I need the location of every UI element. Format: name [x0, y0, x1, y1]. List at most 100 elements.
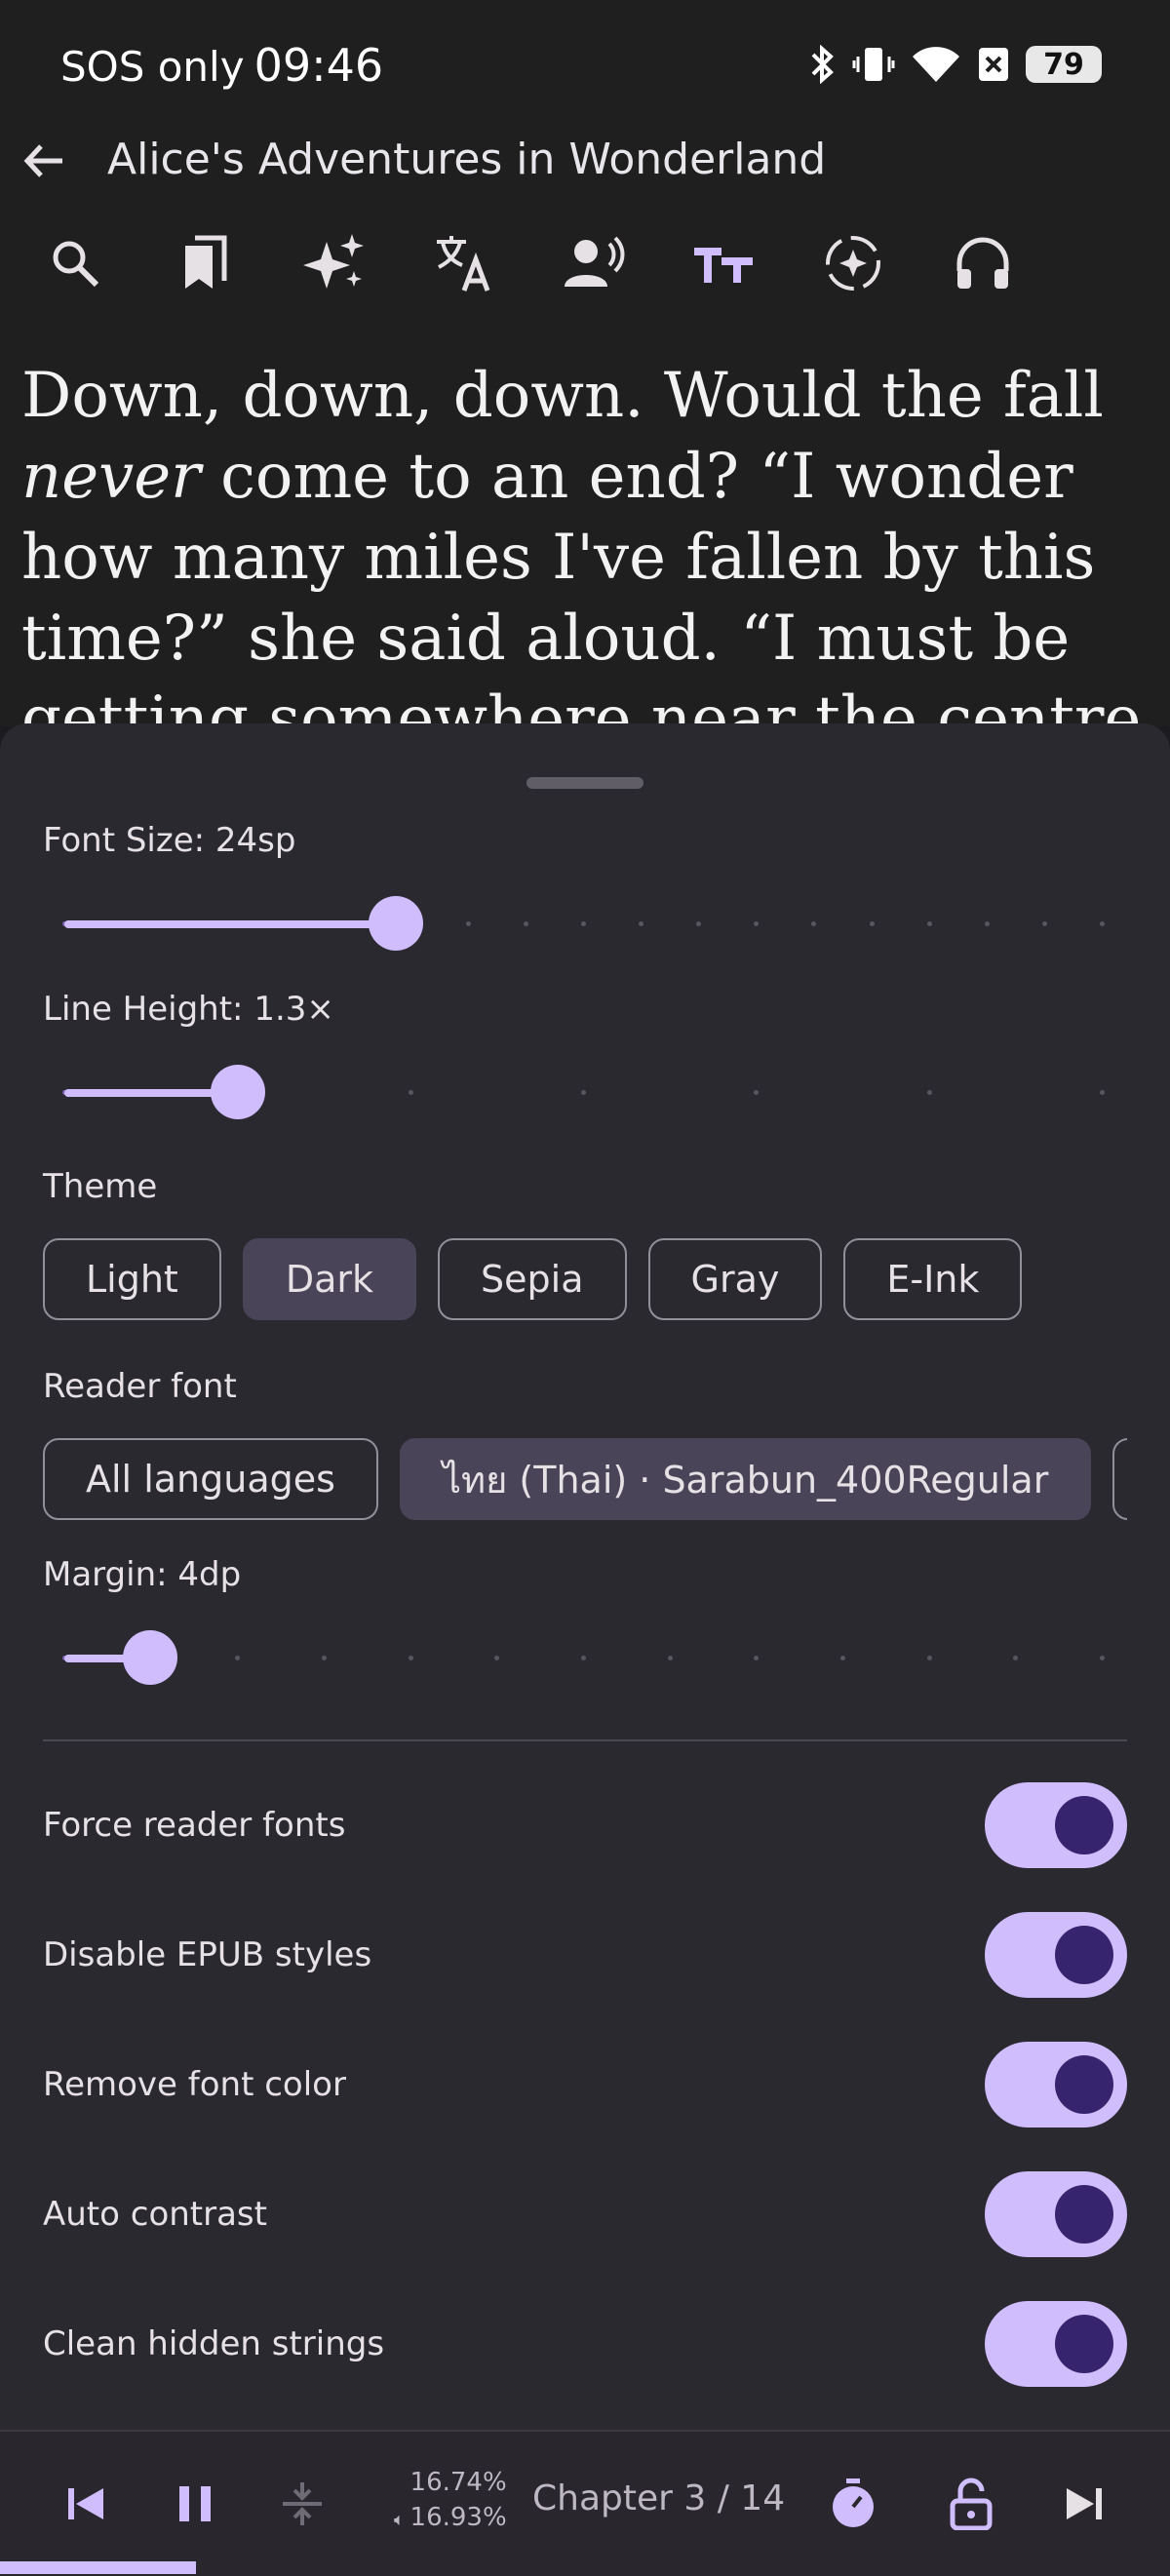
slider-tick [984, 921, 990, 926]
slider-thumb[interactable] [210, 1065, 265, 1119]
translate-icon[interactable] [425, 224, 503, 302]
battery-level: 79 [1043, 47, 1084, 82]
skip-next-icon[interactable] [1055, 2475, 1113, 2533]
slider-tick [1100, 921, 1105, 926]
font-chip-all-languages[interactable]: All languages [43, 1438, 378, 1520]
reader-text: Down, down, down. Would the fall never c… [0, 336, 1170, 726]
headphones-icon[interactable] [944, 224, 1022, 302]
book-title: Alice's Adventures in Wonderland [107, 135, 827, 184]
slider-tick [581, 1656, 586, 1660]
theme-label: Theme [43, 1167, 158, 1206]
lock-icon[interactable] [942, 2475, 1000, 2533]
app-bar: Alice's Adventures in Wonderland [0, 117, 1170, 336]
page-percent: 16.74% [410, 2468, 507, 2497]
theme-chip-light[interactable]: Light [43, 1238, 221, 1320]
slider-tick [581, 1090, 586, 1095]
collapse-icon[interactable] [273, 2475, 332, 2533]
slider-tick [1100, 1656, 1105, 1660]
slider-tick [322, 1656, 327, 1660]
switch-knob [1055, 1796, 1113, 1854]
slider-tick [754, 1090, 760, 1095]
text-format-icon[interactable] [684, 224, 762, 302]
switch-knob [1055, 1926, 1113, 1984]
voice-icon[interactable] [555, 224, 633, 302]
switch-knob [1055, 2315, 1113, 2373]
timer-icon[interactable] [824, 2475, 882, 2533]
ai-sparkle-icon[interactable] [295, 224, 373, 302]
wifi-icon [913, 47, 959, 82]
chapter-indicator[interactable]: Chapter 3 / 14 [532, 2478, 785, 2518]
line-height-slider[interactable] [62, 1063, 1105, 1121]
slider-tick [811, 921, 817, 926]
status-bar: SOS only 09:46 79 [0, 0, 1170, 137]
slider-tick [465, 921, 471, 926]
toggle-row-auto-contrast: Auto contrast [43, 2171, 1127, 2259]
slider-thumb[interactable] [123, 1630, 178, 1685]
reader-text-before: Down, down, down. Would the fall [21, 360, 1104, 432]
divider [43, 1739, 1127, 1741]
toggle-row-clean-hidden-strings: Clean hidden strings [43, 2301, 1127, 2389]
font-chip-next[interactable]: L [1112, 1438, 1127, 1520]
line-height-label: Line Height: 1.3× [43, 990, 334, 1029]
slider-tick [840, 1656, 845, 1660]
playback-bar: 16.74% 🔈︎ 16.93% Chapter 3 / 14 [0, 2430, 1170, 2576]
theme-chip-dark[interactable]: Dark [242, 1238, 417, 1320]
slider-tick [754, 1656, 760, 1660]
slider-tick [408, 1656, 413, 1660]
force-reader-fonts-switch[interactable] [985, 1782, 1127, 1868]
clean-hidden-strings-switch[interactable] [985, 2301, 1127, 2387]
status-right: 79 [807, 45, 1102, 84]
disable-epub-styles-switch[interactable] [985, 1912, 1127, 1998]
slider-active-track [64, 920, 397, 928]
slider-tick [235, 1656, 241, 1660]
margin-label: Margin: 4dp [43, 1555, 242, 1594]
carrier-text: SOS only [60, 43, 245, 91]
reader-font-chip-group: All languages ไทย (Thai) · Sarabun_400Re… [43, 1438, 1127, 1526]
search-icon[interactable] [36, 224, 114, 302]
slider-tick [639, 921, 644, 926]
ai-chat-icon[interactable] [814, 224, 892, 302]
vibrate-icon [852, 48, 895, 81]
bluetooth-icon [811, 45, 834, 84]
slider-tick [523, 921, 528, 926]
theme-chip-sepia[interactable]: Sepia [438, 1238, 627, 1320]
slider-tick [926, 1656, 932, 1660]
remove-font-color-switch[interactable] [985, 2042, 1127, 2127]
toggle-label: Disable EPUB styles [43, 1935, 372, 1974]
auto-contrast-switch[interactable] [985, 2171, 1127, 2257]
margin-slider[interactable] [62, 1628, 1105, 1687]
reader-text-emph: never [21, 441, 201, 513]
clock: 09:46 [254, 39, 384, 92]
theme-chip-eink[interactable]: E-Ink [843, 1238, 1023, 1320]
back-arrow-icon[interactable] [20, 137, 68, 185]
font-chip-thai[interactable]: ไทย (Thai) · Sarabun_400Regular [399, 1438, 1092, 1520]
pause-icon[interactable] [166, 2475, 224, 2533]
slider-tick [581, 921, 586, 926]
audio-percent-row: 🔈︎ 16.93% [394, 2500, 507, 2538]
toggle-label: Force reader fonts [43, 1806, 346, 1845]
speaker-icon: 🔈︎ [394, 2510, 410, 2530]
slider-tick [408, 1090, 413, 1095]
skip-previous-icon[interactable] [57, 2475, 115, 2533]
slider-tick [1041, 921, 1047, 926]
bookmarks-icon[interactable] [166, 224, 244, 302]
progress-percent: 16.74% 🔈︎ 16.93% [394, 2465, 507, 2538]
audio-percent: 16.93% [410, 2503, 507, 2532]
toggle-label: Auto contrast [43, 2195, 267, 2234]
font-size-slider[interactable] [62, 894, 1105, 953]
slider-tick [754, 921, 760, 926]
toggle-row-remove-font-color: Remove font color [43, 2042, 1127, 2129]
slider-tick [926, 921, 932, 926]
slider-thumb[interactable] [369, 896, 424, 951]
reader-page[interactable]: Down, down, down. Would the fall never c… [0, 336, 1170, 726]
no-sim-icon [979, 48, 1008, 81]
slider-tick [869, 921, 875, 926]
theme-chip-gray[interactable]: Gray [647, 1238, 823, 1320]
drag-handle[interactable] [526, 777, 644, 789]
toggle-label: Remove font color [43, 2065, 346, 2104]
reader-toolbar [0, 224, 1170, 322]
slider-tick [494, 1656, 500, 1660]
slider-tick [667, 1656, 673, 1660]
reader-settings-sheet: Font Size: 24sp Line Height: 1.3× Theme … [0, 723, 1170, 2430]
slider-tick [1100, 1090, 1105, 1095]
